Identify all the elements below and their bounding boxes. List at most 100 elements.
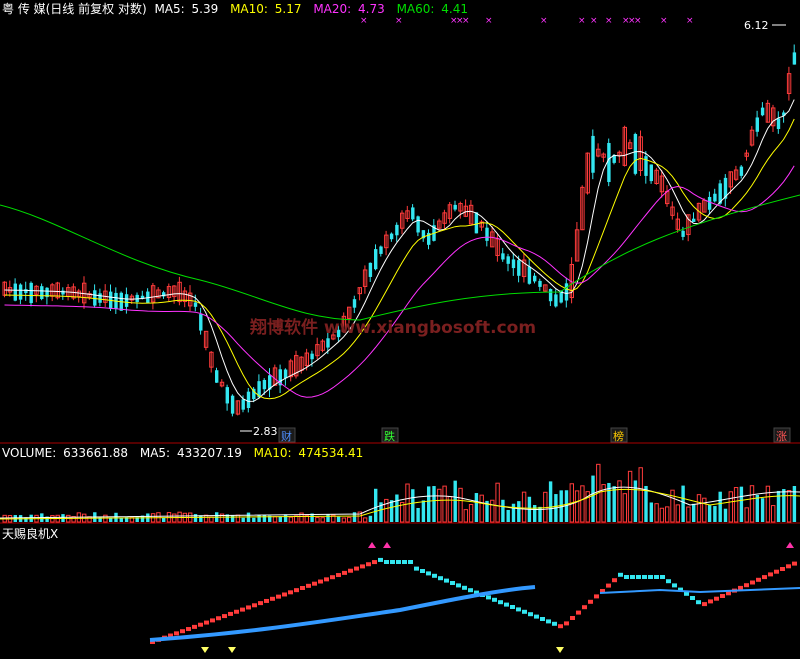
ma5-value: 5.39 xyxy=(192,2,219,16)
volume-bar xyxy=(591,475,595,522)
volume-bar xyxy=(696,494,702,523)
candle-body xyxy=(792,52,797,65)
event-tag-rise-text: 涨 xyxy=(776,430,787,443)
volume-bar xyxy=(517,501,521,522)
indicator-block xyxy=(534,614,539,619)
candle-body xyxy=(538,280,542,287)
volume-bar xyxy=(627,470,633,523)
volume-bar xyxy=(670,489,675,523)
volume-bar xyxy=(649,502,653,522)
sell-signal-icon xyxy=(201,647,209,653)
volume-bar xyxy=(362,517,368,523)
volume-bar xyxy=(288,516,294,523)
candle-body xyxy=(707,196,712,210)
volume-bar xyxy=(453,480,457,522)
volume-bar xyxy=(463,509,469,523)
indicator-block xyxy=(594,594,599,599)
candle-body xyxy=(591,135,595,173)
indicator-block xyxy=(300,586,305,590)
indicator-block xyxy=(636,575,641,579)
indicator-block xyxy=(240,607,245,612)
volume-bar xyxy=(665,506,670,523)
indicator-block xyxy=(414,566,419,571)
indicator-block xyxy=(624,575,629,579)
top-signal-icon: × xyxy=(578,16,586,26)
event-tag-ranking[interactable]: 榜 xyxy=(610,427,628,443)
volume-ma5-value: 433207.19 xyxy=(177,446,242,460)
indicator-block xyxy=(384,560,389,564)
indicator-block xyxy=(306,583,311,588)
indicator-block xyxy=(750,580,755,585)
top-signal-icon: × xyxy=(540,16,548,26)
event-tag-finance[interactable]: 财 xyxy=(278,427,296,443)
indicator-block xyxy=(558,624,563,629)
indicator-block xyxy=(378,557,383,562)
volume-ma5-label: MA5: xyxy=(140,446,170,460)
volume-bar xyxy=(262,515,267,522)
volume-bar xyxy=(733,487,739,523)
volume-ma5-line xyxy=(0,486,800,519)
indicator-block xyxy=(576,610,581,615)
candle-body xyxy=(262,379,267,390)
moving-average-lines xyxy=(0,99,800,402)
volume-bar xyxy=(230,515,235,522)
volume-bar xyxy=(782,489,786,522)
candle-body xyxy=(564,283,569,301)
event-tag-drop[interactable]: 跌 xyxy=(381,427,399,443)
volume-bar xyxy=(320,517,325,523)
indicator-block xyxy=(714,596,719,601)
candle-body xyxy=(225,387,229,404)
ma60-label: MA60: xyxy=(397,2,435,16)
indicator-block xyxy=(180,629,185,634)
top-signal-icon: × xyxy=(590,16,598,26)
kline-chart[interactable]: × × ××× × × × × × ××× × × 翔博软件 www.xiangbosoft.com… xyxy=(0,0,800,655)
indicator-block xyxy=(774,569,779,574)
volume-bar xyxy=(468,504,474,523)
indicator-block xyxy=(672,583,677,588)
indicator-block xyxy=(786,564,791,569)
candle-body xyxy=(776,118,781,129)
candle-body xyxy=(368,262,373,277)
indicator-block xyxy=(708,599,713,604)
indicator-block xyxy=(768,572,773,577)
sell-signal-icon xyxy=(556,647,564,653)
candle-body xyxy=(527,266,532,284)
volume-bar xyxy=(771,505,776,523)
volume-bar xyxy=(749,485,755,523)
indicator-block xyxy=(630,575,635,579)
volume-bar xyxy=(384,498,389,523)
indicator-block xyxy=(186,627,191,632)
indicator-block xyxy=(450,581,455,585)
candle-body xyxy=(374,249,378,270)
buy-signal-icon xyxy=(383,542,391,548)
volume-bar xyxy=(437,488,442,523)
candle-body xyxy=(310,353,314,360)
volume-bar xyxy=(686,506,691,523)
candle-body xyxy=(395,224,399,236)
indicator-title: 天赐良机X xyxy=(2,526,58,541)
indicator-blue-line xyxy=(599,587,800,594)
volume-bar xyxy=(501,499,505,522)
price-header: 粤 传 媒(日线 前复权 对数) MA5: 5.39 MA10: 5.17 MA… xyxy=(2,1,468,16)
high-price-marker: 6.12 xyxy=(744,19,769,32)
event-tag-rise[interactable]: 涨 xyxy=(773,427,791,443)
candle-body xyxy=(554,294,558,307)
indicator-block xyxy=(546,619,551,624)
volume-bar xyxy=(114,512,118,522)
indicator-block xyxy=(366,562,371,567)
candle-body xyxy=(389,233,394,240)
candle-body xyxy=(474,212,479,234)
candle-body xyxy=(649,164,653,182)
candle-body xyxy=(411,207,415,220)
volume-bar xyxy=(326,514,330,522)
volume-bar xyxy=(765,485,771,523)
top-signal-icon: × xyxy=(686,16,694,26)
top-signal-icon: × xyxy=(485,16,493,26)
ma10-line xyxy=(4,118,795,400)
volume-bar xyxy=(257,514,261,522)
indicator-block xyxy=(444,578,449,583)
indicator-block xyxy=(492,597,497,602)
indicator-block xyxy=(336,573,341,578)
indicator-block xyxy=(204,620,209,625)
watermark: 翔博软件 www.xiangbosoft.com xyxy=(249,317,536,338)
